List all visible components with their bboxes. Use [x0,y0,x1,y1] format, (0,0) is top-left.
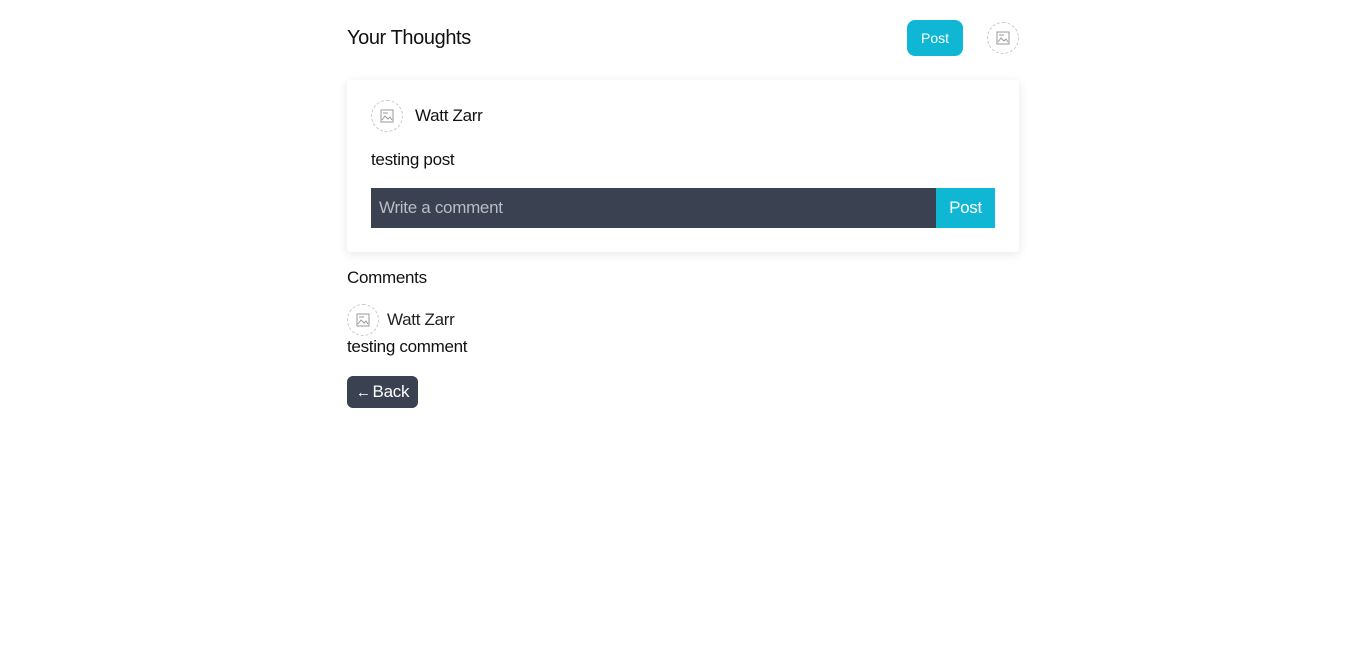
new-post-button[interactable]: Post [907,20,963,56]
broken-image-icon [996,31,1010,45]
post-author-name: Watt Zarr [415,106,483,125]
post-author: Watt Zarr [371,100,483,132]
comment-post-button[interactable]: Post [936,188,995,228]
comment-input[interactable] [371,188,936,228]
avatar [347,304,379,336]
avatar [371,100,403,132]
broken-image-icon [380,109,394,123]
comment-body: testing comment [347,337,468,356]
page-title: Your Thoughts [347,27,471,49]
header: Your Thoughts Post [347,0,1019,76]
arrow-left-icon: ← [355,383,371,401]
page: Your Thoughts Post Watt Zarr testing pos… [347,0,1019,408]
broken-image-icon [356,313,370,327]
comment-form: Post [371,188,995,228]
comment-author: Watt Zarr [347,304,455,336]
post-body: testing post [371,150,455,169]
back-button-label: Back [372,382,410,401]
user-avatar[interactable] [987,22,1019,54]
post-card: Watt Zarr testing post Post [347,80,1019,252]
comment-author-name: Watt Zarr [387,310,455,329]
back-button[interactable]: ← Back [347,376,418,408]
comments-heading: Comments [347,268,427,287]
